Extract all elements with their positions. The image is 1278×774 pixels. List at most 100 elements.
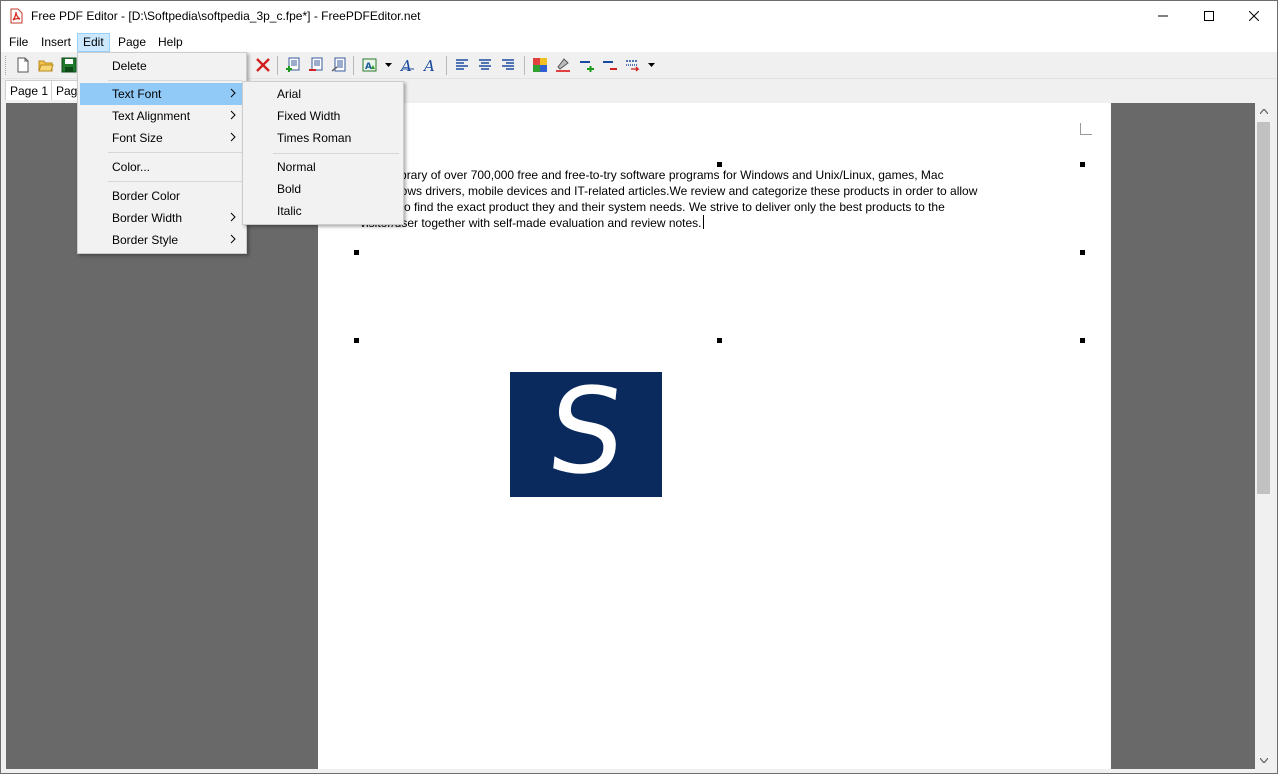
align-right-button[interactable] bbox=[499, 56, 517, 74]
border-width-plus-button[interactable] bbox=[578, 56, 596, 74]
menu-insert[interactable]: Insert bbox=[35, 33, 77, 52]
scroll-thumb[interactable] bbox=[1257, 122, 1270, 494]
insert-image-icon: A bbox=[362, 58, 377, 72]
text-box[interactable]: ia is a library of over 700,000 free and… bbox=[360, 167, 1072, 231]
menu-separator bbox=[108, 181, 242, 182]
border-width-minus-button[interactable] bbox=[601, 56, 619, 74]
selection-handle[interactable] bbox=[1080, 250, 1085, 255]
chevron-down-icon bbox=[384, 63, 392, 67]
color-grid-button[interactable] bbox=[531, 56, 549, 74]
pdf-app-icon bbox=[10, 8, 23, 24]
minimize-button[interactable] bbox=[1140, 1, 1186, 31]
delete-x-icon bbox=[256, 58, 270, 72]
tab-page-1[interactable]: Page 1 bbox=[5, 80, 54, 100]
chevron-up-icon bbox=[1259, 109, 1268, 114]
vertical-scrollbar[interactable] bbox=[1255, 103, 1272, 769]
menu-item-label: Text Font bbox=[112, 87, 162, 101]
maximize-button[interactable] bbox=[1186, 1, 1232, 31]
menu-separator bbox=[273, 153, 399, 154]
chevron-down-icon bbox=[647, 63, 655, 67]
toolbar-separator bbox=[353, 56, 354, 75]
text-italic-button[interactable]: A bbox=[422, 56, 440, 74]
align-center-button[interactable] bbox=[476, 56, 494, 74]
menu-item-label: Text Alignment bbox=[112, 109, 191, 123]
open-folder-icon bbox=[38, 60, 54, 72]
menu-item-delete[interactable]: Delete bbox=[80, 55, 244, 77]
menu-item-border-color[interactable]: Border Color bbox=[80, 185, 244, 207]
add-page-button[interactable] bbox=[284, 56, 302, 74]
pdf-page[interactable]: ia is a library of over 700,000 free and… bbox=[318, 103, 1111, 769]
menu-item-color[interactable]: Color... bbox=[80, 156, 244, 178]
font-option-times-roman[interactable]: Times Roman bbox=[245, 127, 401, 149]
menu-file[interactable]: File bbox=[3, 33, 34, 52]
open-file-button[interactable] bbox=[37, 56, 55, 74]
text-font-icon: A bbox=[400, 57, 414, 73]
selection-handle[interactable] bbox=[354, 338, 359, 343]
selection-handle[interactable] bbox=[1080, 162, 1085, 167]
menu-item-font-size[interactable]: Font Size bbox=[80, 127, 244, 149]
text-line: or/user to find the exact product they a… bbox=[360, 200, 945, 214]
chevron-right-icon bbox=[230, 234, 236, 244]
toolbar-separator bbox=[277, 56, 278, 75]
new-file-button[interactable] bbox=[14, 56, 32, 74]
menu-bar: File Insert Edit Page Help bbox=[1, 31, 1277, 52]
page-properties-icon bbox=[331, 57, 346, 72]
chevron-right-icon bbox=[230, 88, 236, 98]
text-italic-icon: A bbox=[423, 57, 435, 73]
menu-item-text-alignment[interactable]: Text Alignment bbox=[80, 105, 244, 127]
delete-button[interactable] bbox=[254, 56, 272, 74]
title-bar: Free PDF Editor - [D:\Softpedia\softpedi… bbox=[1, 1, 1277, 31]
svg-text:A: A bbox=[423, 57, 435, 73]
menu-separator bbox=[108, 80, 242, 81]
border-style-button[interactable] bbox=[624, 56, 642, 74]
menu-item-border-style[interactable]: Border Style bbox=[80, 229, 244, 251]
selection-handle[interactable] bbox=[354, 250, 359, 255]
chevron-right-icon bbox=[230, 212, 236, 222]
border-width-plus-icon bbox=[580, 61, 594, 72]
toolbar-separator bbox=[524, 56, 525, 75]
close-window-button[interactable] bbox=[1231, 1, 1277, 31]
app-window: Free PDF Editor - [D:\Softpedia\softpedi… bbox=[0, 0, 1278, 774]
font-style-italic[interactable]: Italic bbox=[245, 200, 401, 222]
menu-item-label: Border Width bbox=[112, 211, 183, 225]
menu-page[interactable]: Page bbox=[112, 33, 152, 52]
save-button[interactable] bbox=[60, 56, 78, 74]
menu-help[interactable]: Help bbox=[152, 33, 189, 52]
align-left-button[interactable] bbox=[453, 56, 471, 74]
border-style-dropdown-arrow[interactable] bbox=[645, 56, 657, 74]
font-option-fixed-width[interactable]: Fixed Width bbox=[245, 105, 401, 127]
selection-handle[interactable] bbox=[1080, 338, 1085, 343]
menu-separator bbox=[108, 152, 242, 153]
chevron-down-icon bbox=[1259, 758, 1268, 763]
softpedia-logo-image[interactable]: S bbox=[510, 362, 662, 500]
text-line: e, Windows drivers, mobile devices and I… bbox=[360, 184, 978, 198]
close-icon bbox=[1249, 11, 1259, 21]
scroll-down-button[interactable] bbox=[1255, 752, 1272, 769]
remove-page-button[interactable] bbox=[307, 56, 325, 74]
menu-item-border-width[interactable]: Border Width bbox=[80, 207, 244, 229]
add-page-icon bbox=[286, 57, 300, 72]
maximize-icon bbox=[1204, 11, 1214, 21]
window-title: Free PDF Editor - [D:\Softpedia\softpedi… bbox=[31, 9, 421, 23]
color-grid-icon bbox=[533, 58, 547, 72]
page-properties-button[interactable] bbox=[330, 56, 348, 74]
chevron-right-icon bbox=[230, 110, 236, 120]
selection-handle[interactable] bbox=[717, 338, 722, 343]
font-option-arial[interactable]: Arial bbox=[245, 83, 401, 105]
menu-edit[interactable]: Edit bbox=[77, 33, 110, 52]
text-font-button[interactable]: A bbox=[399, 56, 417, 74]
page-corner-mark bbox=[1080, 123, 1092, 135]
scroll-up-button[interactable] bbox=[1255, 103, 1272, 120]
remove-page-icon bbox=[309, 57, 323, 71]
text-line: ia is a library of over 700,000 free and… bbox=[360, 168, 944, 182]
border-width-minus-icon bbox=[603, 61, 617, 70]
fill-color-button[interactable] bbox=[554, 56, 572, 74]
font-style-bold[interactable]: Bold bbox=[245, 178, 401, 200]
insert-dropdown-arrow[interactable] bbox=[382, 56, 394, 74]
text-font-submenu: Arial Fixed Width Times Roman Normal Bol… bbox=[242, 81, 404, 225]
new-file-icon bbox=[17, 57, 29, 73]
toolbar-grip[interactable] bbox=[5, 56, 8, 75]
insert-image-button[interactable]: A bbox=[361, 56, 379, 74]
font-style-normal[interactable]: Normal bbox=[245, 156, 401, 178]
menu-item-text-font[interactable]: Text Font bbox=[80, 83, 244, 105]
